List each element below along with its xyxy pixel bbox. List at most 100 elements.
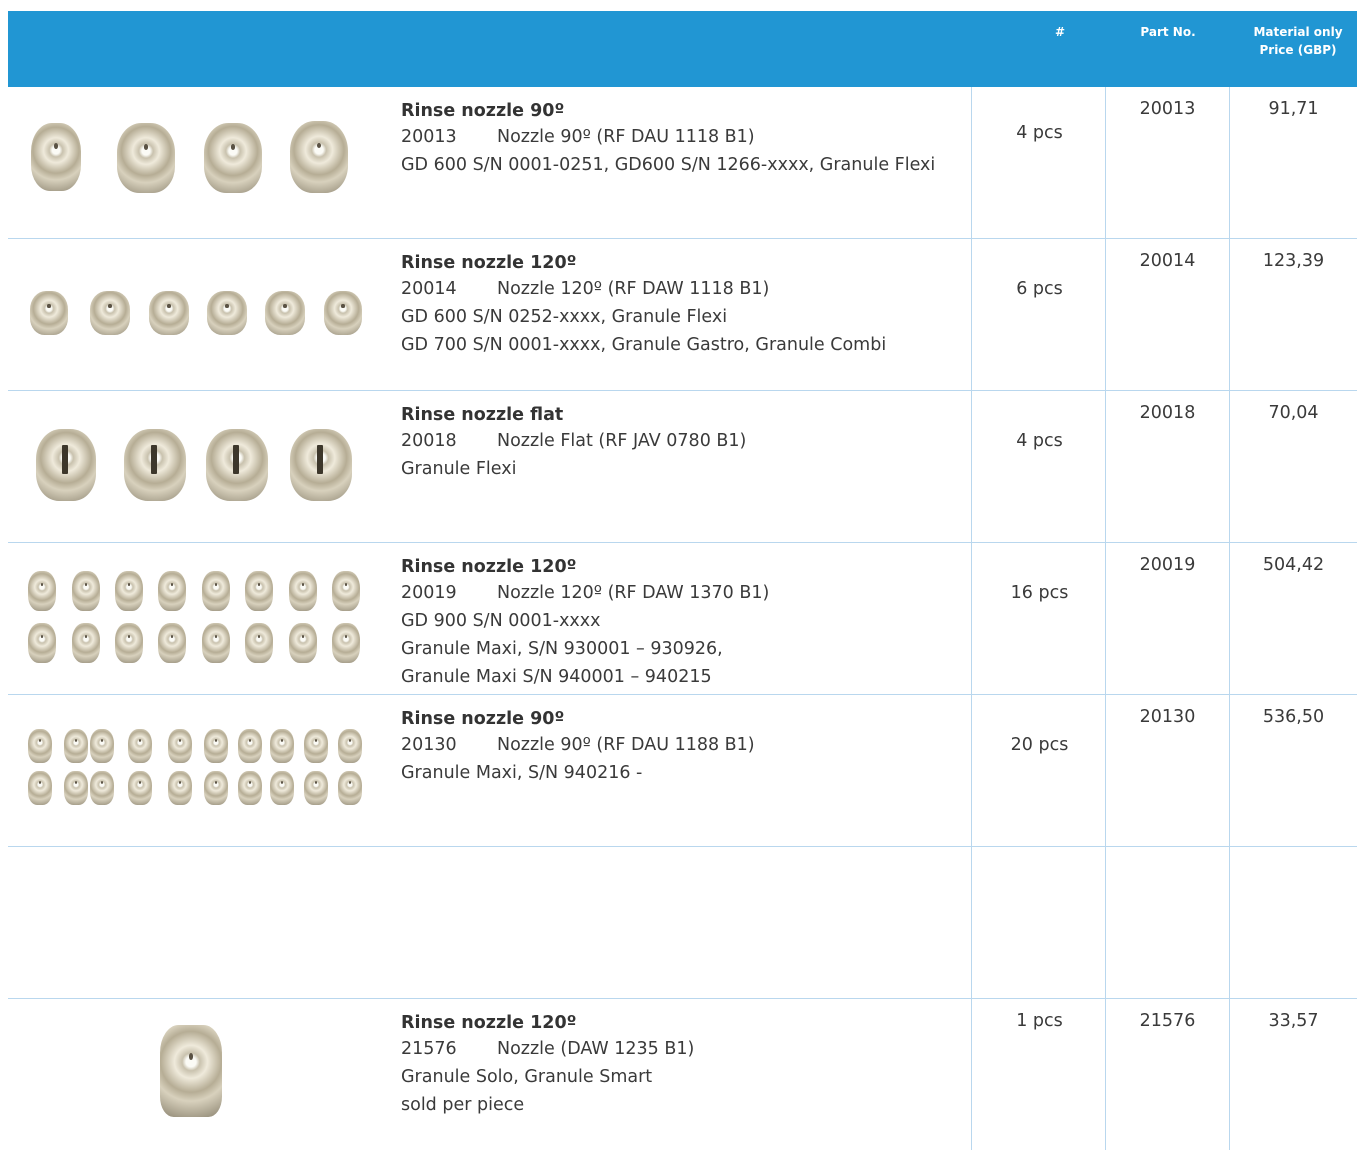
- table-row: Rinse nozzle 120º 20014 Nozzle 120º (RF D…: [8, 239, 1357, 391]
- nozzle-photo-icon: [115, 623, 143, 663]
- product-title: Rinse nozzle flat: [401, 405, 564, 425]
- nozzle-photo-icon: [290, 121, 348, 193]
- nozzle-photo-icon: [202, 623, 230, 663]
- nozzle-photo-icon: [206, 429, 268, 501]
- product-part-no: 20018: [401, 431, 457, 451]
- header-price: Material only Price (GBP): [1248, 23, 1348, 59]
- header-part-no: Part No.: [1140, 25, 1196, 39]
- product-compat: Granule Maxi S/N 940001 – 940215: [401, 667, 712, 687]
- product-title: Rinse nozzle 120º: [401, 1013, 577, 1033]
- nozzle-photo-icon: [168, 771, 192, 805]
- product-part-no: 21576: [401, 1039, 457, 1059]
- nozzle-photo-icon: [158, 623, 186, 663]
- nozzle-photo-icon: [128, 771, 152, 805]
- nozzle-photo-icon: [124, 429, 186, 501]
- nozzle-photo-icon: [204, 729, 228, 763]
- nozzle-photo-icon: [265, 291, 305, 335]
- nozzle-photo-icon: [204, 123, 262, 193]
- product-image: [8, 391, 388, 542]
- product-description: Rinse nozzle 120º 21576 Nozzle (DAW 1235 …: [401, 1013, 694, 1119]
- nozzle-photo-icon: [338, 771, 362, 805]
- nozzle-photo-icon: [28, 729, 52, 763]
- nozzle-photo-icon: [72, 571, 100, 611]
- nozzle-photo-icon: [30, 291, 68, 335]
- product-nozzle: Nozzle 90º (RF DAU 1188 B1): [497, 735, 755, 755]
- table-row: Rinse nozzle 120º 21576 Nozzle (DAW 1235 …: [8, 999, 1357, 1150]
- product-image: [8, 87, 388, 238]
- product-nozzle: Nozzle (DAW 1235 B1): [497, 1039, 695, 1059]
- table-row: Rinse nozzle 120º 20019 Nozzle 120º (RF D…: [8, 543, 1357, 695]
- header-qty: #: [1054, 25, 1066, 39]
- nozzle-photo-icon: [31, 123, 81, 191]
- nozzle-photo-icon: [332, 571, 360, 611]
- nozzle-photo-icon: [207, 291, 247, 335]
- table-row: Rinse nozzle 90º 20013 Nozzle 90º (RF DAU…: [8, 87, 1357, 239]
- empty-row: [8, 847, 1357, 999]
- product-title: Rinse nozzle 120º: [401, 253, 577, 273]
- parts-table: # Part No. Material only Price (GBP) Rin…: [8, 11, 1357, 1150]
- qty-cell: 1 pcs: [1016, 1011, 1063, 1031]
- nozzle-photo-icon: [115, 571, 143, 611]
- product-compat: Granule Flexi: [401, 459, 517, 479]
- nozzle-photo-icon: [324, 291, 362, 335]
- nozzle-photo-icon: [117, 123, 175, 193]
- price-cell: 70,04: [1268, 403, 1319, 423]
- product-nozzle: Nozzle 120º (RF DAW 1370 B1): [497, 583, 770, 603]
- product-compat: Granule Maxi, S/N 940216 -: [401, 763, 643, 783]
- part-no-cell: 20019: [1139, 555, 1196, 575]
- product-nozzle: Nozzle Flat (RF JAV 0780 B1): [497, 431, 747, 451]
- product-description: Rinse nozzle 120º 20019 Nozzle 120º (RF D…: [401, 557, 769, 691]
- nozzle-photo-icon: [36, 429, 96, 501]
- part-no-cell: 20013: [1139, 99, 1196, 119]
- nozzle-photo-icon: [160, 1025, 222, 1117]
- nozzle-photo-icon: [245, 623, 273, 663]
- header-price-line-1: Material only: [1253, 25, 1343, 39]
- qty-cell: 16 pcs: [1010, 583, 1069, 603]
- product-compat: GD 900 S/N 0001-xxxx: [401, 611, 601, 631]
- nozzle-photo-icon: [289, 623, 317, 663]
- product-part-no: 20019: [401, 583, 457, 603]
- nozzle-photo-icon: [338, 729, 362, 763]
- product-nozzle: Nozzle 120º (RF DAW 1118 B1): [497, 279, 770, 299]
- price-cell: 91,71: [1268, 99, 1319, 119]
- nozzle-photo-icon: [290, 429, 352, 501]
- nozzle-photo-icon: [28, 571, 56, 611]
- price-cell: 504,42: [1262, 555, 1325, 575]
- product-image: [8, 543, 388, 694]
- nozzle-photo-icon: [28, 623, 56, 663]
- nozzle-photo-icon: [270, 729, 294, 763]
- table-header: # Part No. Material only Price (GBP): [8, 11, 1357, 87]
- nozzle-photo-icon: [332, 623, 360, 663]
- nozzle-photo-icon: [64, 729, 88, 763]
- product-image: [8, 695, 388, 846]
- nozzle-photo-icon: [168, 729, 192, 763]
- nozzle-photo-icon: [238, 771, 262, 805]
- nozzle-photo-icon: [304, 729, 328, 763]
- product-compat: Granule Maxi, S/N 930001 – 930926,: [401, 639, 723, 659]
- nozzle-photo-icon: [90, 729, 114, 763]
- nozzle-photo-icon: [245, 571, 273, 611]
- nozzle-photo-icon: [158, 571, 186, 611]
- nozzle-photo-icon: [149, 291, 189, 335]
- product-compat: GD 700 S/N 0001-xxxx, Granule Gastro, Gr…: [401, 335, 887, 355]
- nozzle-photo-icon: [64, 771, 88, 805]
- qty-cell: 4 pcs: [1016, 431, 1063, 451]
- product-description: Rinse nozzle 90º 20130 Nozzle 90º (RF DAU…: [401, 709, 755, 787]
- product-compat: GD 600 S/N 0252-xxxx, Granule Flexi: [401, 307, 728, 327]
- nozzle-photo-icon: [90, 291, 130, 335]
- product-description: Rinse nozzle 90º 20013 Nozzle 90º (RF DAU…: [401, 101, 935, 179]
- nozzle-photo-icon: [128, 729, 152, 763]
- nozzle-photo-icon: [90, 771, 114, 805]
- product-part-no: 20130: [401, 735, 457, 755]
- nozzle-photo-icon: [204, 771, 228, 805]
- product-nozzle: Nozzle 90º (RF DAU 1118 B1): [497, 127, 755, 147]
- qty-cell: 4 pcs: [1016, 123, 1063, 143]
- product-part-no: 20013: [401, 127, 457, 147]
- qty-cell: 20 pcs: [1010, 735, 1069, 755]
- product-part-no: 20014: [401, 279, 457, 299]
- price-cell: 536,50: [1262, 707, 1325, 727]
- product-description: Rinse nozzle 120º 20014 Nozzle 120º (RF D…: [401, 253, 886, 359]
- product-compat: Granule Solo, Granule Smart: [401, 1067, 653, 1087]
- nozzle-photo-icon: [289, 571, 317, 611]
- nozzle-photo-icon: [72, 623, 100, 663]
